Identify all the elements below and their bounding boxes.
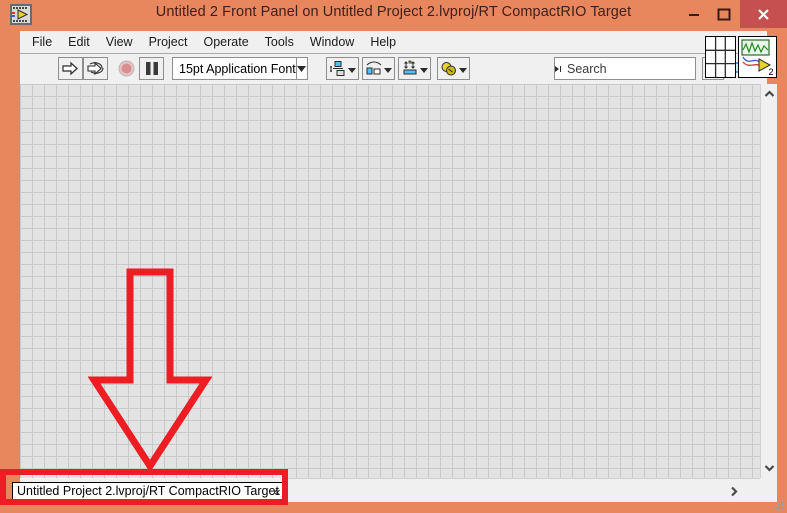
maximize-icon [717,8,731,20]
execution-target-label: Untitled Project 2.lvproj/RT CompactRIO … [17,484,279,498]
scroll-down-button[interactable] [761,460,777,476]
execution-target-field[interactable]: Untitled Project 2.lvproj/RT CompactRIO … [12,482,284,500]
run-continuously-icon [86,61,104,76]
vi-icon-waveform[interactable]: 2 [738,36,777,78]
minimize-button[interactable] [680,0,708,28]
menu-item-help[interactable]: Help [362,33,404,52]
align-objects-icon [330,60,345,76]
scroll-right-button[interactable] [726,483,742,499]
menu-item-view[interactable]: View [98,33,141,52]
run-arrow-icon [62,61,78,76]
menu-item-tools[interactable]: Tools [257,33,302,52]
title-bar: Untitled 2 Front Panel on Untitled Proje… [0,0,787,30]
minimize-icon [689,14,699,16]
align-objects-button[interactable] [326,57,359,80]
chevron-down-icon [384,67,392,73]
vertical-scrollbar[interactable] [760,84,777,478]
chevron-down-icon [348,67,356,73]
window-title: Untitled 2 Front Panel on Untitled Proje… [155,4,632,20]
connector-pane-grid[interactable] [705,36,736,78]
pause-icon [145,62,158,75]
distribute-objects-button[interactable] [362,57,395,80]
front-panel-canvas[interactable] [20,84,760,478]
chevron-down-icon [420,67,428,73]
pin-icon[interactable] [555,65,562,73]
scrollbar-corner [760,478,777,502]
vi-icon-number: 2 [768,67,773,77]
execution-target-collapse-button[interactable]: « [270,482,284,500]
toolbar: 15pt Application Font Search [20,53,767,84]
menu-item-window[interactable]: Window [302,33,362,52]
align-objects-dropdown-arrow[interactable] [348,60,356,78]
font-selector-dropdown-arrow[interactable] [296,65,307,72]
menu-item-file[interactable]: File [24,33,60,52]
distribute-objects-icon [366,61,382,74]
font-selector-value: 15pt Application Font [179,61,296,76]
search-box[interactable] [554,57,746,80]
chevron-down-icon [459,67,467,73]
distribute-objects-dropdown-arrow[interactable] [384,60,392,78]
pause-button[interactable] [139,57,164,80]
close-icon [758,8,769,20]
menu-item-operate[interactable]: Operate [195,33,256,52]
abort-stop-icon [118,60,135,77]
reorder-dropdown-arrow[interactable] [459,60,467,78]
abort-execution-button[interactable] [114,57,139,80]
chevron-down-icon [764,465,774,472]
chevron-up-icon [764,90,774,97]
font-selector[interactable]: 15pt Application Font [172,57,308,80]
reorder-button[interactable] [437,57,470,80]
menu-item-project[interactable]: Project [141,33,196,52]
reorder-icon [441,61,456,75]
run-continuously-button[interactable] [83,57,108,80]
resize-grip-icon[interactable] [775,501,784,510]
menu-bar: File Edit View Project Operate Tools Win… [20,31,767,53]
close-button[interactable] [740,0,787,28]
chevron-down-icon [297,65,307,72]
maximize-button[interactable] [710,0,738,28]
resize-objects-dropdown-arrow[interactable] [420,60,428,78]
menu-item-edit[interactable]: Edit [60,33,98,52]
labview-front-panel-window: Untitled 2 Front Panel on Untitled Proje… [0,0,787,513]
scroll-up-button[interactable] [761,86,777,102]
run-button[interactable] [58,57,83,80]
resize-objects-icon [403,60,417,74]
resize-objects-button[interactable] [398,57,431,80]
chevron-right-icon [731,486,738,496]
